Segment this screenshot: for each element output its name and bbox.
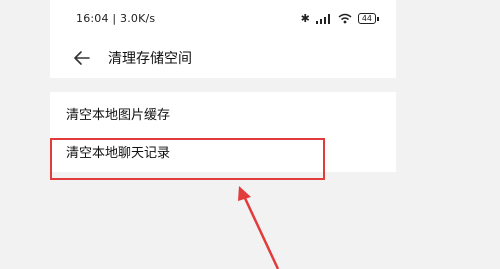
pointer-arrow [238,186,280,269]
